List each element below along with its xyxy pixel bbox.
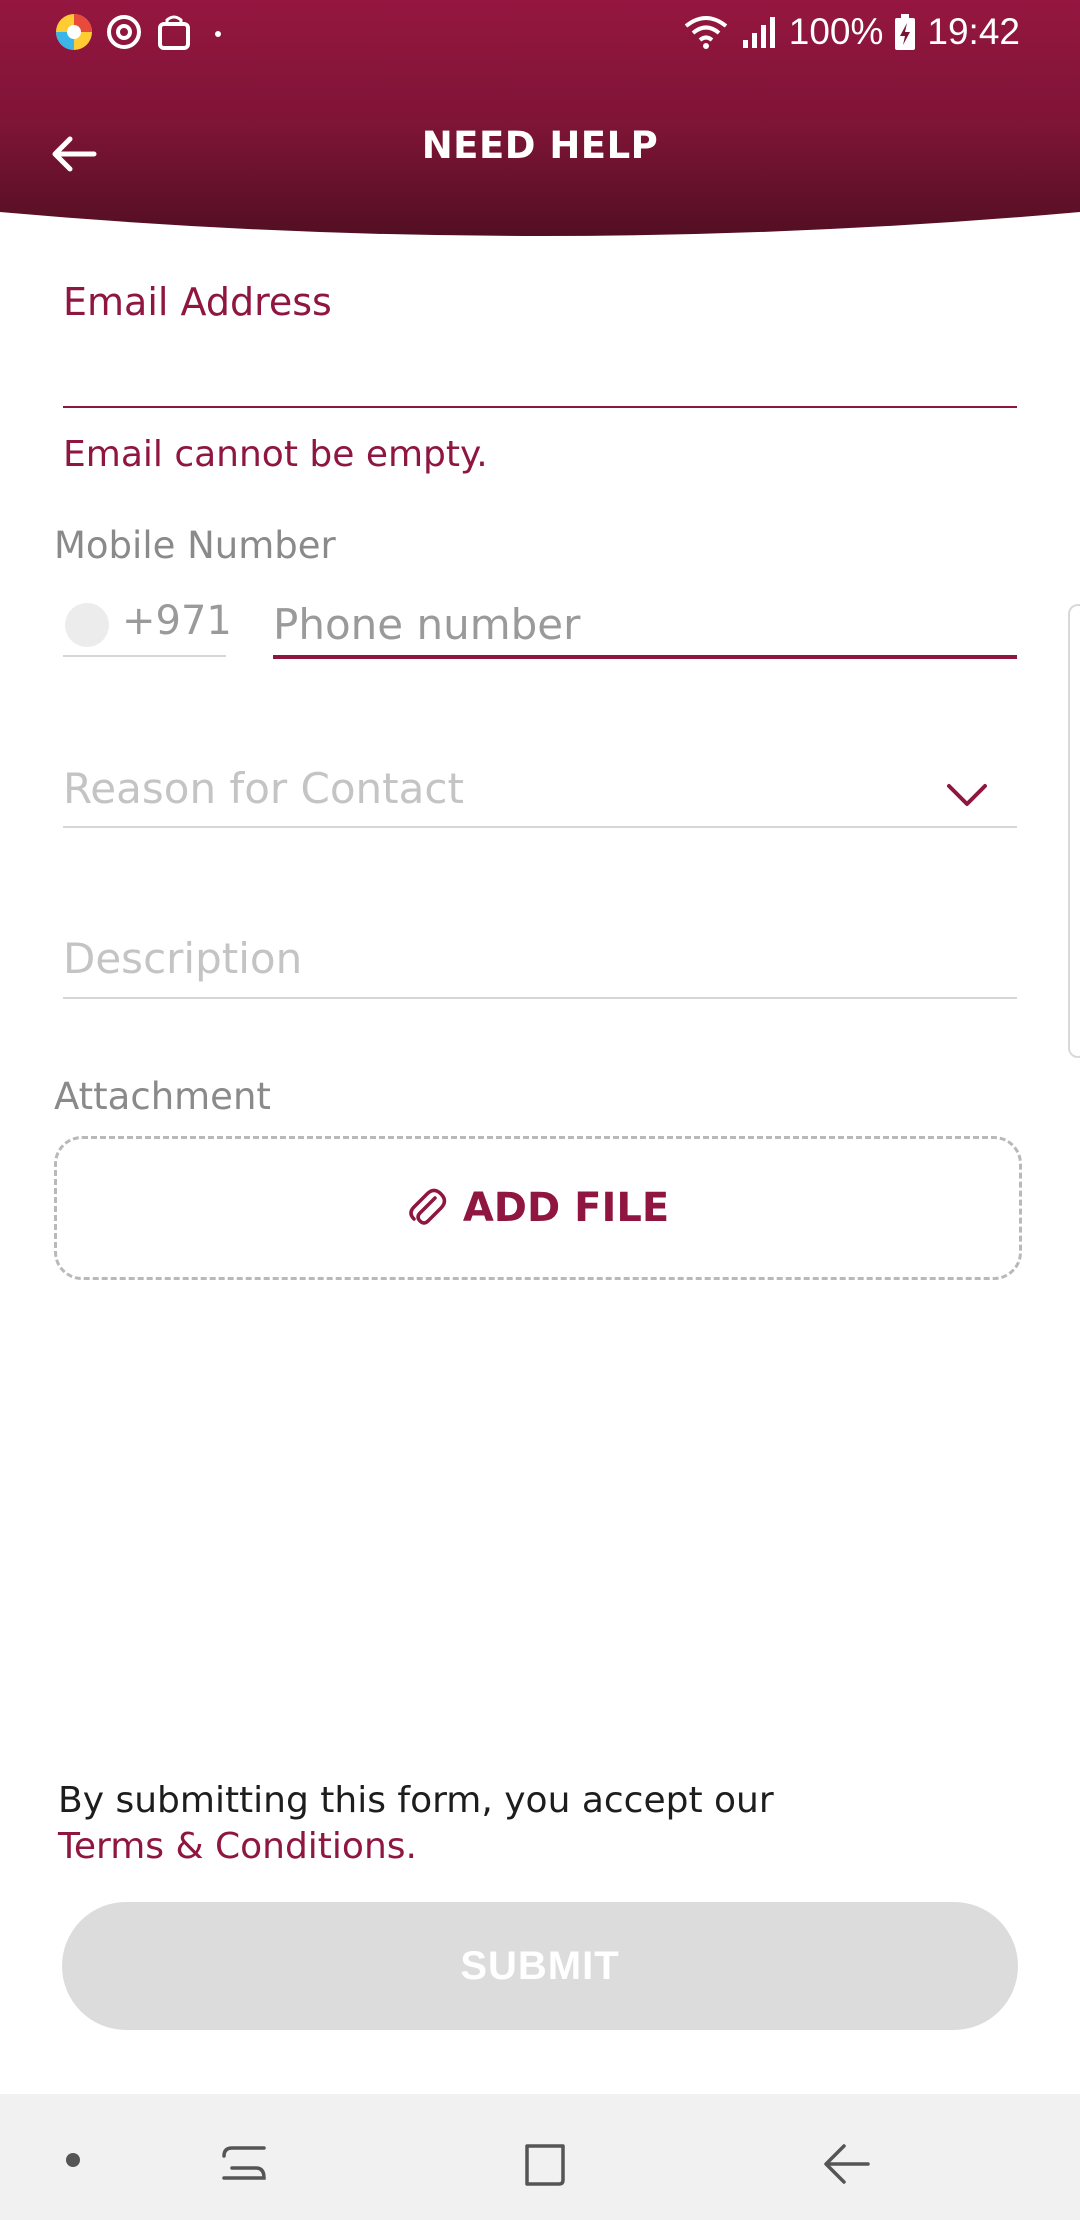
add-file-label: ADD FILE [462,1185,670,1231]
browser-app-icon [56,14,92,50]
edge-panel-handle[interactable] [1068,604,1080,1058]
submit-button[interactable]: SUBMIT [62,1902,1018,2030]
back-nav-icon[interactable] [818,2134,878,2194]
email-field[interactable] [63,340,1013,400]
clock: 19:42 [927,11,1020,52]
status-right-icons: 100% 19:42 [683,8,1020,56]
email-underline [63,406,1017,408]
phone-number-input[interactable] [273,594,1013,654]
terms-link[interactable]: Terms & Conditions. [58,1824,774,1870]
nav-dot-icon[interactable] [66,2153,80,2167]
system-navigation-bar [0,2094,1080,2220]
add-file-button[interactable]: ADD FILE [54,1136,1022,1280]
app-bar: NEED HELP [0,100,1080,204]
need-help-screen: 100% 19:42 NEED HELP Email Address Email… [0,0,1080,2220]
notification-dot-icon [215,31,221,37]
home-icon[interactable] [515,2134,575,2194]
description-field[interactable]: Description [63,934,302,983]
chevron-down-icon[interactable] [945,780,989,810]
status-left-icons [54,12,224,52]
signal-icon [742,17,775,48]
country-code-underline [63,655,226,657]
reason-underline [63,826,1017,828]
header-curve [0,212,1080,260]
paperclip-icon [409,1188,447,1225]
shopping-bag-icon [158,15,190,50]
battery-charging-icon [895,14,916,50]
recent-apps-icon[interactable] [214,2134,274,2194]
attachment-label: Attachment [54,1075,271,1118]
country-code[interactable]: +971 [122,598,232,644]
phone-underline [273,655,1017,659]
wifi-icon [684,16,728,49]
description-underline [63,997,1017,999]
email-error-message: Email cannot be empty. [63,434,488,475]
terms-notice: By submitting this form, you accept our … [58,1778,774,1870]
country-flag-icon[interactable] [65,603,109,647]
mobile-label: Mobile Number [54,524,336,567]
status-bar: 100% 19:42 [0,0,1080,64]
battery-percent: 100% [788,11,884,52]
target-icon [107,15,141,49]
terms-text: By submitting this form, you accept our [58,1780,774,1821]
email-label: Email Address [63,280,332,324]
page-title: NEED HELP [421,124,659,167]
reason-select[interactable]: Reason for Contact [63,764,464,813]
